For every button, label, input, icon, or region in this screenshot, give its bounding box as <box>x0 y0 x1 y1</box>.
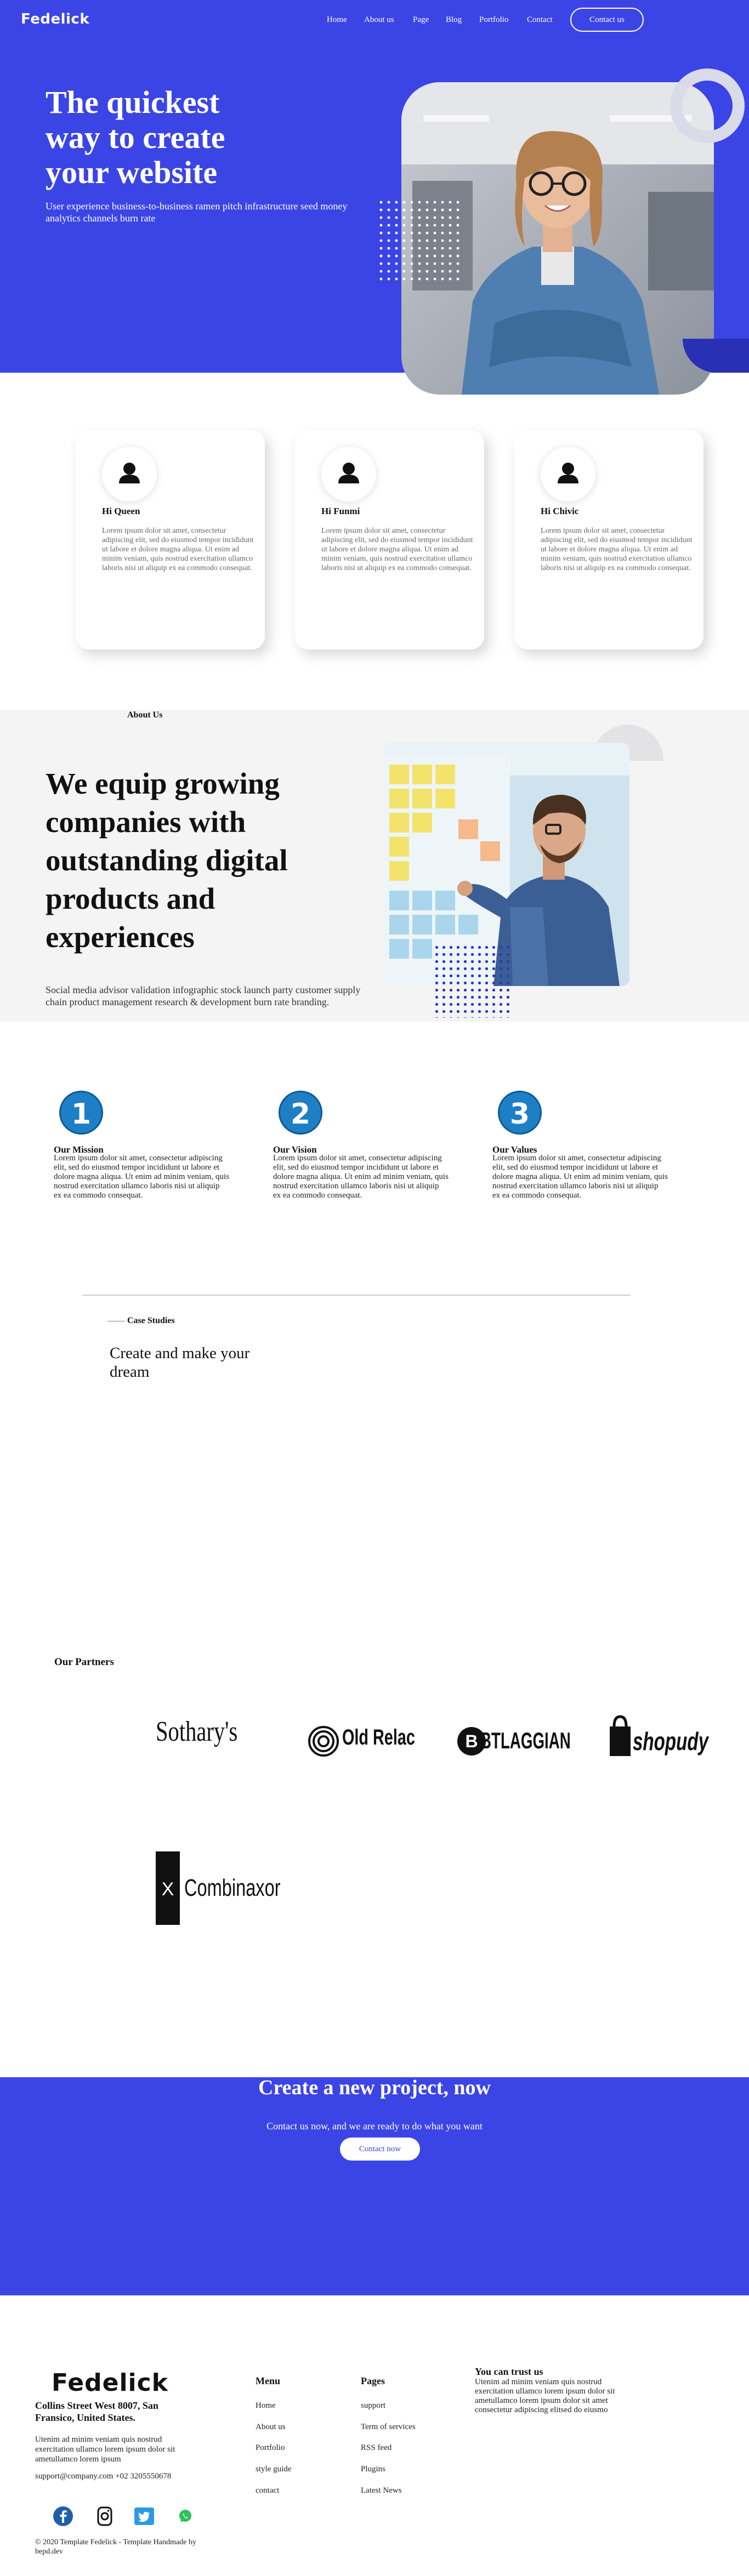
service-card: Hi Funmi Lorem ipsum dolor sit amet, con… <box>295 430 484 649</box>
svg-text:X: X <box>162 1879 174 1900</box>
twitter-icon[interactable] <box>134 2506 155 2529</box>
number-badge-2: 2 <box>279 1091 322 1135</box>
shopping-bag-icon <box>610 1715 631 1756</box>
vision-text: Lorem ipsum dolor sit amet, consectetur … <box>273 1154 449 1200</box>
partner-name: Combinaxor <box>184 1874 281 1901</box>
x-block-icon: X <box>156 1851 180 1925</box>
about-eyebrow: About Us <box>127 710 163 720</box>
hero-title: The quickest way to create your website <box>46 84 225 190</box>
footer-menu-title: Menu <box>256 2375 280 2386</box>
copyright: © 2020 Template Fedelick - Template Hand… <box>35 2538 196 2556</box>
trust-text: Utenim ad minim veniam quis nostrud exer… <box>475 2378 615 2414</box>
user-icon <box>102 447 157 501</box>
decorative-dot-grid <box>433 944 510 1018</box>
partner-name: BTLAGGIAN <box>480 1728 571 1753</box>
decorative-ring <box>670 69 745 143</box>
partner-logo-old-relac: Old Relac <box>308 1722 418 1763</box>
user-icon <box>541 447 595 501</box>
card-title: Hi Funmi <box>321 506 360 516</box>
nav-blog[interactable]: Blog <box>446 15 462 25</box>
footer-contact[interactable]: support@company.com +02 3205550678 <box>35 2472 171 2481</box>
cta-section <box>0 2077 749 2295</box>
about-text: Social media advisor validation infograp… <box>46 984 361 1007</box>
partner-logo-combinaxor: X Combinaxor <box>156 1851 281 1927</box>
hero-subtitle: User experience business-to-business ram… <box>46 201 348 224</box>
nav-portfolio[interactable]: Portfolio <box>479 15 508 25</box>
card-title: Hi Chivic <box>541 506 579 516</box>
footer-menu-home[interactable]: Home <box>256 2401 276 2410</box>
nav-page[interactable]: Page <box>413 15 429 25</box>
nav-about-us[interactable]: About us <box>364 15 394 25</box>
service-card: Hi Queen Lorem ipsum dolor sit amet, con… <box>76 430 265 649</box>
partner-logo-shopudy: shopudy <box>608 1714 708 1760</box>
instagram-icon[interactable] <box>94 2506 115 2529</box>
whatsapp-icon[interactable] <box>174 2506 195 2529</box>
about-title: We equip growing companies with outstand… <box>46 767 288 954</box>
card-text: Lorem ipsum dolor sit amet, consectetur … <box>102 527 254 572</box>
footer-pages-terms[interactable]: Term of services <box>361 2423 416 2432</box>
section-divider <box>82 1295 631 1296</box>
footer-menu-style-guide[interactable]: style guide <box>256 2465 291 2474</box>
footer-pages-plugins[interactable]: Plugins <box>361 2465 385 2474</box>
footer-address: Collins Street West 8007, San Fransico, … <box>35 2400 158 2423</box>
footer-pages-support[interactable]: support <box>361 2401 385 2410</box>
partner-name: shopudy <box>633 1727 709 1756</box>
footer-pages-latest-news[interactable]: Latest News <box>361 2486 402 2495</box>
card-text: Lorem ipsum dolor sit amet, consectetur … <box>321 527 473 572</box>
user-icon <box>321 447 376 501</box>
partner-name: Old Relac <box>342 1725 415 1749</box>
values-text: Lorem ipsum dolor sit amet, consectetur … <box>492 1154 668 1200</box>
case-studies-title: Create and make your dream <box>110 1344 250 1381</box>
nav-contact[interactable]: Contact <box>527 15 553 25</box>
partner-logo-sothary: Sothary's <box>156 1716 238 1747</box>
footer-menu-contact[interactable]: contact <box>256 2486 279 2495</box>
case-studies-eyebrow: Case Studies <box>127 1316 175 1325</box>
cta-text: Contact us now, and we are ready to do w… <box>266 2121 483 2132</box>
card-title: Hi Queen <box>102 506 140 516</box>
footer-pages-title: Pages <box>361 2375 385 2386</box>
footer-description: Utenim ad minim veniam quis nostrud exer… <box>35 2435 175 2464</box>
number-badge-3: 3 <box>498 1091 542 1135</box>
service-card: Hi Chivic Lorem ipsum dolor sit amet, co… <box>514 430 703 649</box>
nav-home[interactable]: Home <box>327 15 347 25</box>
cta-title: Create a new project, now <box>258 2076 491 2099</box>
footer-pages-rss[interactable]: RSS feed <box>361 2443 391 2453</box>
contact-now-button[interactable]: Contact now <box>340 2138 420 2161</box>
partner-logo-btlaggian: B BTLAGGIAN <box>456 1724 571 1760</box>
facebook-icon[interactable] <box>53 2506 73 2529</box>
partners-title: Our Partners <box>54 1656 114 1668</box>
decorative-dot-grid <box>377 198 459 281</box>
number-badge-1: 1 <box>59 1091 103 1135</box>
footer-menu-about-us[interactable]: About us <box>256 2423 286 2432</box>
mission-text: Lorem ipsum dolor sit amet, consectetur … <box>54 1154 229 1200</box>
trust-title: You can trust us <box>475 2366 543 2377</box>
contact-us-button[interactable]: Contact us <box>570 8 644 32</box>
footer-logo[interactable]: Fedelick <box>52 2369 168 2397</box>
svg-text:B: B <box>465 1731 478 1751</box>
site-logo[interactable]: Fedelick <box>21 11 89 27</box>
card-text: Lorem ipsum dolor sit amet, consectetur … <box>541 527 693 572</box>
footer-menu-portfolio[interactable]: Portfolio <box>256 2443 285 2453</box>
